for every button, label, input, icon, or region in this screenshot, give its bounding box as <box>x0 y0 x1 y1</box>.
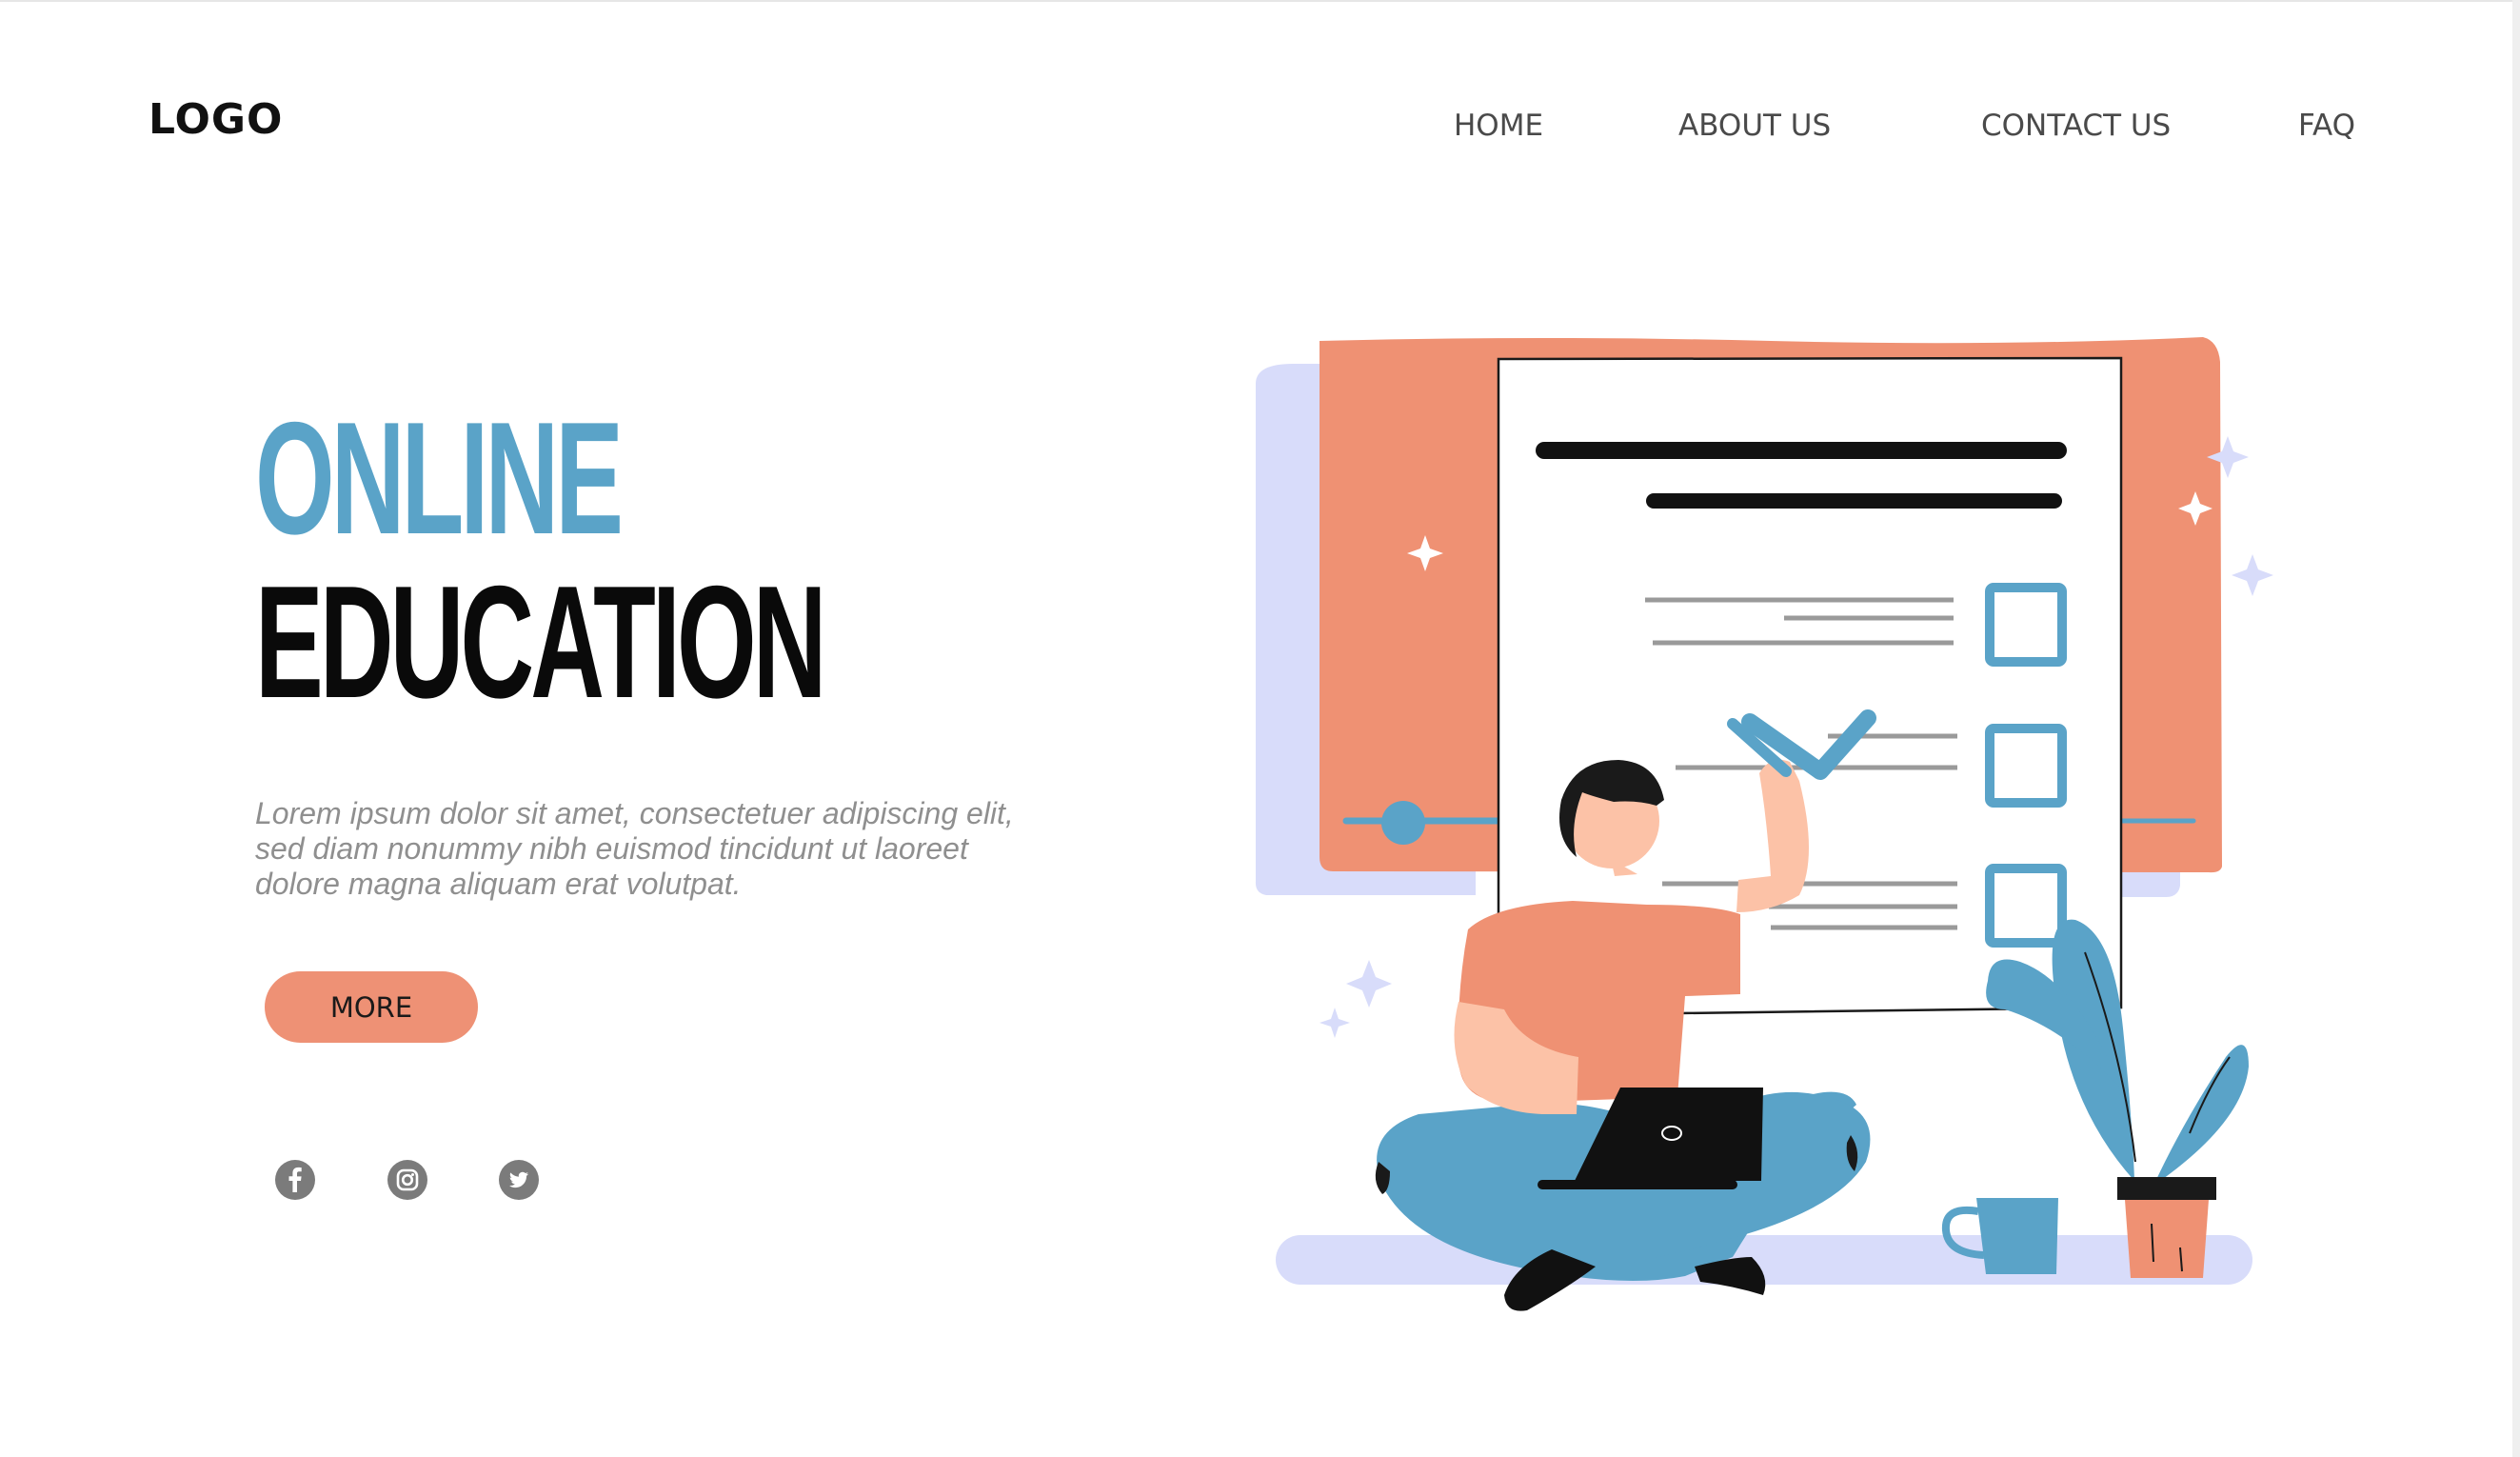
top-border <box>0 0 2520 2</box>
more-button[interactable]: MORE <box>265 971 478 1043</box>
nav-about-us-link[interactable]: ABOUT US <box>1678 109 1831 143</box>
instagram-icon[interactable] <box>387 1160 427 1200</box>
nav-contact-us-link[interactable]: CONTACT US <box>1981 109 2171 143</box>
nav-faq-link[interactable]: FAQ <box>2298 109 2355 143</box>
hero-description: Lorem ipsum dolor sit amet, consectetuer… <box>255 796 1014 901</box>
online-education-illustration <box>1255 337 2273 1311</box>
hero-title: ONLINE EDUCATION <box>255 398 1142 722</box>
facebook-icon[interactable] <box>275 1160 315 1200</box>
twitter-icon[interactable] <box>499 1160 539 1200</box>
right-border <box>2512 0 2520 1457</box>
hero-title-line-online: ONLINE <box>255 389 624 568</box>
hero-title-line-education: EDUCATION <box>255 552 826 731</box>
nav-home-link[interactable]: HOME <box>1454 109 1543 143</box>
logo[interactable]: LOGO <box>149 95 283 144</box>
